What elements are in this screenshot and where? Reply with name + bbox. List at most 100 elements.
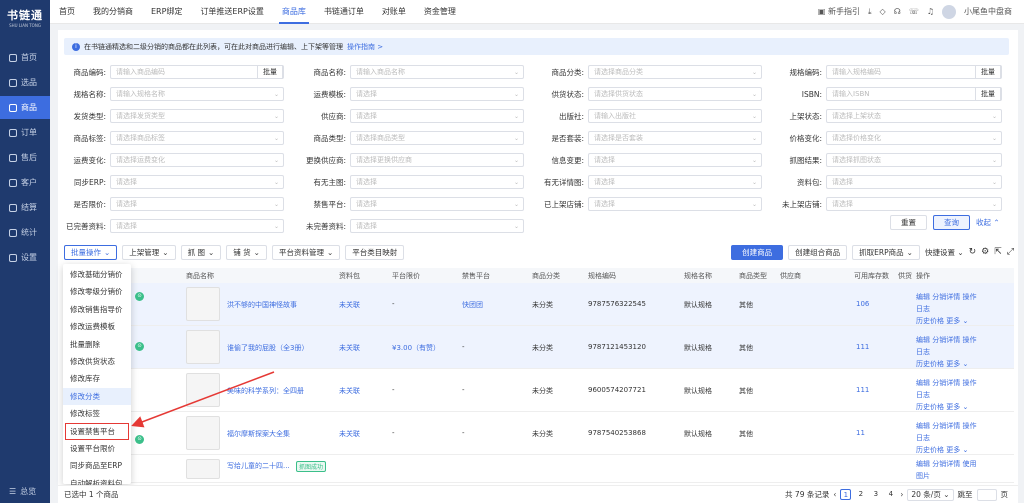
- filter-input[interactable]: 请选择 ⌄: [350, 87, 524, 101]
- edit-link[interactable]: 编辑: [916, 379, 930, 387]
- page-3[interactable]: 3: [870, 489, 881, 500]
- filter-input[interactable]: 请输入ISBN 批量: [826, 87, 1002, 101]
- batch-input-button[interactable]: 批量: [975, 65, 1001, 79]
- filter-input[interactable]: 请选择 ⌄: [110, 175, 284, 189]
- dist-detail-link[interactable]: 分销详情: [932, 379, 960, 387]
- edit-link[interactable]: 编辑: [916, 422, 930, 430]
- pack-link[interactable]: 未关联: [339, 300, 360, 310]
- diamond-icon[interactable]: ◇: [880, 7, 886, 16]
- page-1[interactable]: 1: [840, 489, 852, 500]
- page-size-select[interactable]: 20 条/页 ⌄: [907, 488, 954, 501]
- sidebar-item-select[interactable]: 选品: [0, 71, 50, 94]
- batch-menu-item[interactable]: 修改供货状态: [63, 353, 131, 370]
- table-row[interactable]: 福尔摩斯探案大全集 未关联 - - 未分类 9787540253868 默认规格 其他 11 编辑…: [64, 412, 1014, 455]
- table-row[interactable]: 写给儿童的二十四... 抓图成功 编辑 分销详情 使用图片: [64, 455, 1014, 483]
- table-row[interactable]: 洪不够的中国神怪故事 未关联 - 快团团 未分类 9787576322545 默认规格 其他 1…: [64, 283, 1014, 326]
- guide-link[interactable]: 操作指南 >: [347, 42, 383, 52]
- batch-menu-item[interactable]: 修改运费模板: [63, 318, 131, 335]
- filter-input[interactable]: 请选择商品类型 ⌄: [350, 131, 524, 145]
- filter-input[interactable]: 请选择 ⌄: [826, 197, 1002, 211]
- filter-input[interactable]: 请输入出版社 ⌄: [588, 109, 762, 123]
- filter-input[interactable]: 请选择 ⌄: [110, 219, 284, 233]
- dist-detail-link[interactable]: 分销详情: [932, 460, 960, 468]
- tab-order-push[interactable]: 订单推送ERP设置: [191, 0, 272, 24]
- stock-count[interactable]: 106: [856, 300, 869, 308]
- batch-menu-item[interactable]: 设置平台限价: [63, 440, 131, 457]
- batch-menu-item[interactable]: 批量删除: [63, 336, 131, 353]
- filter-input[interactable]: 请选择上架状态 ⌄: [826, 109, 1002, 123]
- dist-detail-link[interactable]: 分销详情: [932, 336, 960, 344]
- filter-input[interactable]: 请选择商品标签 ⌄: [110, 131, 284, 145]
- filter-input[interactable]: 请选择 ⌄: [110, 197, 284, 211]
- prev-page-button[interactable]: ‹: [833, 490, 836, 499]
- product-name-link[interactable]: 美味的科学系列：全四册: [227, 386, 304, 396]
- fullscreen-icon[interactable]: ⤢: [1007, 247, 1014, 257]
- filter-input[interactable]: 请选择 ⌄: [588, 153, 762, 167]
- collapse-filters-button[interactable]: 收起 ⌃: [976, 217, 1000, 228]
- sidebar-item-goods[interactable]: 商品: [0, 96, 50, 119]
- sidebar-item-home[interactable]: 首页: [0, 46, 50, 69]
- more-link[interactable]: 更多: [946, 360, 960, 368]
- page-4[interactable]: 4: [885, 489, 896, 500]
- filter-input[interactable]: 请选择 ⌄: [350, 219, 524, 233]
- refresh-icon[interactable]: ↻: [969, 247, 977, 257]
- more-link[interactable]: 更多: [946, 446, 960, 454]
- stock-count[interactable]: 11: [856, 429, 865, 437]
- batch-menu-item[interactable]: 修改库存: [63, 370, 131, 387]
- tab-home[interactable]: 首页: [50, 0, 84, 24]
- more-link[interactable]: 更多: [946, 317, 960, 325]
- shelf-manage-button[interactable]: 上架管理 ⌄: [122, 244, 176, 260]
- history-price-link[interactable]: 历史价格: [916, 446, 944, 454]
- grab-erp-button[interactable]: 抓取ERP商品 ⌄: [852, 244, 920, 260]
- filter-input[interactable]: 请选择发货类型 ⌄: [110, 109, 284, 123]
- filter-input[interactable]: 请选择是否套装 ⌄: [588, 131, 762, 145]
- filter-input[interactable]: 请输入规格编码 批量: [826, 65, 1002, 79]
- batch-menu-item[interactable]: 修改基础分销价: [63, 266, 131, 283]
- headset-icon[interactable]: ☊: [894, 7, 901, 16]
- filter-input[interactable]: 请选择商品分类 ⌄: [588, 65, 762, 79]
- filter-input[interactable]: 请选择 ⌄: [826, 175, 1002, 189]
- table-row[interactable]: 谁偷了我的屁股（全3册） 未关联 ¥3.00（有赞） - 未分类 978712145312…: [64, 326, 1014, 369]
- filter-input[interactable]: 请选择 ⌄: [350, 175, 524, 189]
- filter-input[interactable]: 请输入规格名称 ⌄: [110, 87, 284, 101]
- batch-input-button[interactable]: 批量: [975, 87, 1001, 101]
- more-link[interactable]: 更多: [946, 403, 960, 411]
- bell-icon[interactable]: ♫: [927, 7, 934, 16]
- guide-link[interactable]: ▣ 新手指引: [818, 6, 860, 17]
- tab-erp-bind[interactable]: ERP绑定: [142, 0, 191, 24]
- product-name-link[interactable]: 谁偷了我的屁股（全3册）: [227, 343, 308, 353]
- grab-image-button[interactable]: 抓 图 ⌄: [180, 244, 222, 260]
- download-icon[interactable]: ⤓: [868, 7, 872, 17]
- filter-input[interactable]: 请选择抓图状态 ⌄: [826, 153, 1002, 167]
- history-price-link[interactable]: 历史价格: [916, 403, 944, 411]
- stock-count[interactable]: 111: [856, 386, 869, 394]
- dist-detail-link[interactable]: 分销详情: [932, 293, 960, 301]
- create-combo-button[interactable]: 创建组合商品: [788, 244, 848, 260]
- create-goods-button[interactable]: 创建商品: [731, 244, 784, 260]
- export-icon[interactable]: ⇱: [994, 247, 1002, 257]
- quick-settings-button[interactable]: 快捷设置 ⌄: [925, 247, 964, 258]
- page-2[interactable]: 2: [855, 489, 866, 500]
- batch-menu-item[interactable]: 修改标签: [63, 405, 131, 422]
- batch-menu-item[interactable]: 修改销售指导价: [63, 301, 131, 318]
- batch-menu-item[interactable]: 修改分类: [63, 387, 131, 406]
- phone-icon[interactable]: ☏: [909, 7, 919, 16]
- category-mapping-button[interactable]: 平台类目映射: [345, 244, 405, 260]
- platform-data-button[interactable]: 平台资料管理 ⌄: [271, 244, 341, 260]
- history-price-link[interactable]: 历史价格: [916, 317, 944, 325]
- edit-link[interactable]: 编辑: [916, 336, 930, 344]
- tab-slt-orders[interactable]: 书链通订单: [315, 0, 373, 24]
- avatar[interactable]: [942, 4, 956, 19]
- tab-goods-library[interactable]: 商品库: [273, 0, 315, 24]
- gear-icon[interactable]: ⚙: [981, 247, 989, 257]
- filter-input[interactable]: 请选择 ⌄: [350, 109, 524, 123]
- distribute-button[interactable]: 铺 货 ⌄: [226, 244, 267, 260]
- user-name[interactable]: 小尾鱼中盘商: [964, 6, 1012, 17]
- filter-input[interactable]: 请选择供货状态 ⌄: [588, 87, 762, 101]
- filter-input[interactable]: 请选择 ⌄: [588, 175, 762, 189]
- table-row[interactable]: 美味的科学系列：全四册 未关联 - - 未分类 9600574207721 默认规格 其他 11…: [64, 369, 1014, 412]
- history-price-link[interactable]: 历史价格: [916, 360, 944, 368]
- jump-input[interactable]: [976, 488, 997, 501]
- stock-count[interactable]: 111: [856, 343, 869, 351]
- product-name-link[interactable]: 洪不够的中国神怪故事: [227, 300, 297, 310]
